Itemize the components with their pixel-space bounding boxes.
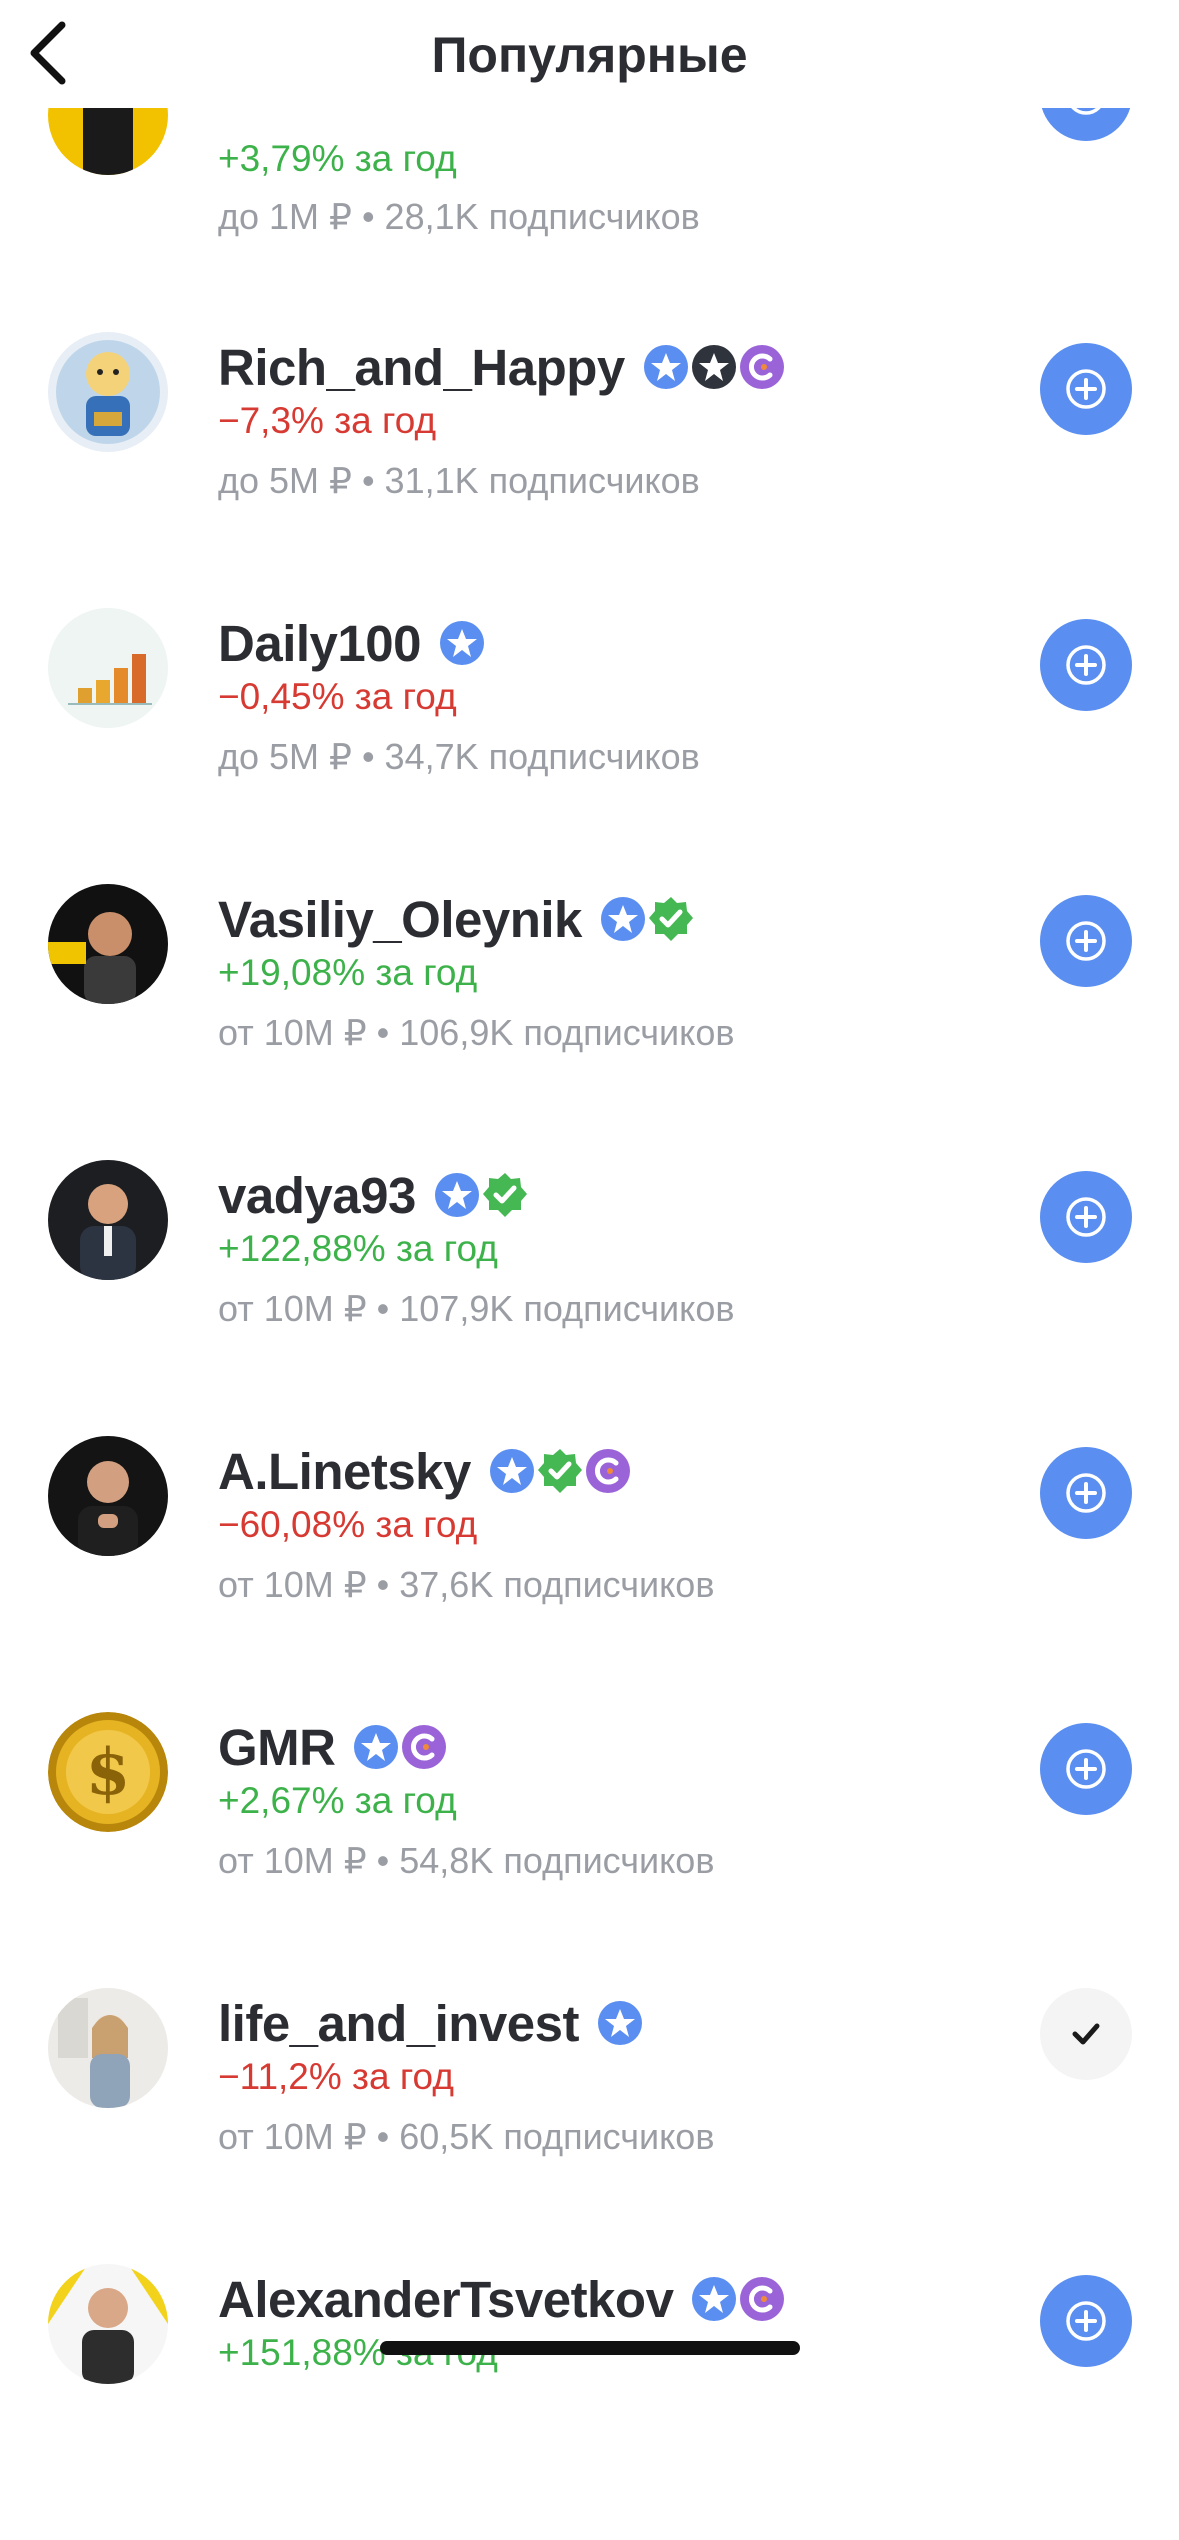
checkmark-icon <box>1072 2023 1100 2045</box>
author-meta: до 5M ₽ • 31,1K подписчиков <box>218 460 700 501</box>
list-item[interactable]: Daily100 −0,45% за год до 5M ₽ • 34,7K п… <box>0 608 1179 884</box>
list-item[interactable]: $ GMR +2,67% за год от 10M ₽ • 54,8K под… <box>0 1712 1179 1988</box>
follow-button[interactable] <box>1040 619 1132 711</box>
author-meta: от 10M ₽ • 107,9K подписчиков <box>218 1288 735 1329</box>
author-name[interactable]: AlexanderTsvetkov <box>218 2270 674 2329</box>
authors-list: +3,79% за год до 1M ₽ • 28,1K подписчико… <box>0 0 1179 2384</box>
list-item[interactable]: vadya93 +122,88% за год от 10M ₽ • 107,9… <box>0 1160 1179 1436</box>
page-title: Популярные <box>431 27 748 83</box>
author-meta: от 10M ₽ • 60,5K подписчиков <box>218 2116 715 2157</box>
yearly-return: −7,3% за год <box>218 400 437 441</box>
star-badge-icon <box>597 2000 643 2046</box>
author-meta: от 10M ₽ • 37,6K подписчиков <box>218 1564 715 1605</box>
c-badge-icon <box>401 1724 447 1770</box>
plus-circle-icon <box>1066 1473 1106 1513</box>
star-badge-icon <box>434 1172 480 1218</box>
author-name[interactable]: vadya93 <box>218 1166 416 1225</box>
follow-button[interactable] <box>1040 2275 1132 2367</box>
c-badge-icon <box>585 1448 631 1494</box>
author-name[interactable]: A.Linetsky <box>218 1442 471 1501</box>
yearly-return: +19,08% за год <box>218 952 478 993</box>
plus-circle-icon <box>1066 1749 1106 1789</box>
author-name[interactable]: Rich_and_Happy <box>218 338 625 397</box>
star-badge-icon <box>353 1724 399 1770</box>
plus-circle-icon <box>1066 2301 1106 2341</box>
avatar <box>48 608 168 728</box>
star-badge-icon <box>439 620 485 666</box>
home-indicator <box>380 2341 800 2355</box>
avatar <box>48 332 168 452</box>
avatar <box>48 2264 168 2384</box>
top-bar: Популярные <box>0 0 1179 108</box>
follow-button[interactable] <box>1040 1171 1132 1263</box>
plus-circle-icon <box>1066 921 1106 961</box>
yearly-return: −0,45% за год <box>218 676 457 717</box>
avatar <box>48 1988 168 2108</box>
author-meta: до 5M ₽ • 34,7K подписчиков <box>218 736 700 777</box>
subscribed-button[interactable] <box>1040 1988 1132 2080</box>
yearly-return: +2,67% за год <box>218 1780 457 1821</box>
c-badge-icon <box>739 2276 785 2322</box>
list-item[interactable]: life_and_invest −11,2% за год от 10M ₽ •… <box>0 1988 1179 2264</box>
author-name[interactable]: GMR <box>218 1718 336 1777</box>
svg-text:$: $ <box>86 1735 131 1810</box>
follow-button[interactable] <box>1040 1723 1132 1815</box>
author-meta: до 1M ₽ • 28,1K подписчиков <box>218 196 700 237</box>
c-badge-icon <box>739 344 785 390</box>
avatar <box>48 884 168 1004</box>
plus-circle-icon <box>1066 369 1106 409</box>
list-item[interactable]: Rich_and_Happy −7,3% за год до 5M ₽ • 31… <box>0 332 1179 608</box>
dark-star-badge-icon <box>691 344 737 390</box>
author-meta: от 10M ₽ • 54,8K подписчиков <box>218 1840 715 1881</box>
yearly-return: +3,79% за год <box>218 138 457 179</box>
plus-circle-icon <box>1066 645 1106 685</box>
follow-button[interactable] <box>1040 895 1132 987</box>
verified-badge-icon <box>648 896 694 942</box>
author-name[interactable]: life_and_invest <box>218 1994 579 2053</box>
author-name[interactable]: Daily100 <box>218 614 422 673</box>
plus-circle-icon <box>1066 1197 1106 1237</box>
avatar: $ <box>48 1712 168 1832</box>
list-item[interactable]: Vasiliy_Oleynik +19,08% за год от 10M ₽ … <box>0 884 1179 1160</box>
author-name[interactable]: Vasiliy_Oleynik <box>218 890 582 949</box>
avatar <box>48 1436 168 1556</box>
star-badge-icon <box>691 2276 737 2322</box>
list-item[interactable]: A.Linetsky −60,08% за год от 10M ₽ • 37,… <box>0 1436 1179 1712</box>
author-meta: от 10M ₽ • 106,9K подписчиков <box>218 1012 735 1053</box>
star-badge-icon <box>643 344 689 390</box>
star-badge-icon <box>489 1448 535 1494</box>
avatar <box>48 1160 168 1280</box>
follow-button[interactable] <box>1040 1447 1132 1539</box>
follow-button[interactable] <box>1040 343 1132 435</box>
list-item[interactable]: AlexanderTsvetkov +151,88% за год <box>0 2264 1179 2540</box>
yearly-return: +122,88% за год <box>218 1228 498 1269</box>
star-badge-icon <box>600 896 646 942</box>
verified-badge-icon <box>537 1448 583 1494</box>
yearly-return: −11,2% за год <box>218 2056 454 2097</box>
verified-badge-icon <box>482 1172 528 1218</box>
yearly-return: −60,08% за год <box>218 1504 478 1545</box>
